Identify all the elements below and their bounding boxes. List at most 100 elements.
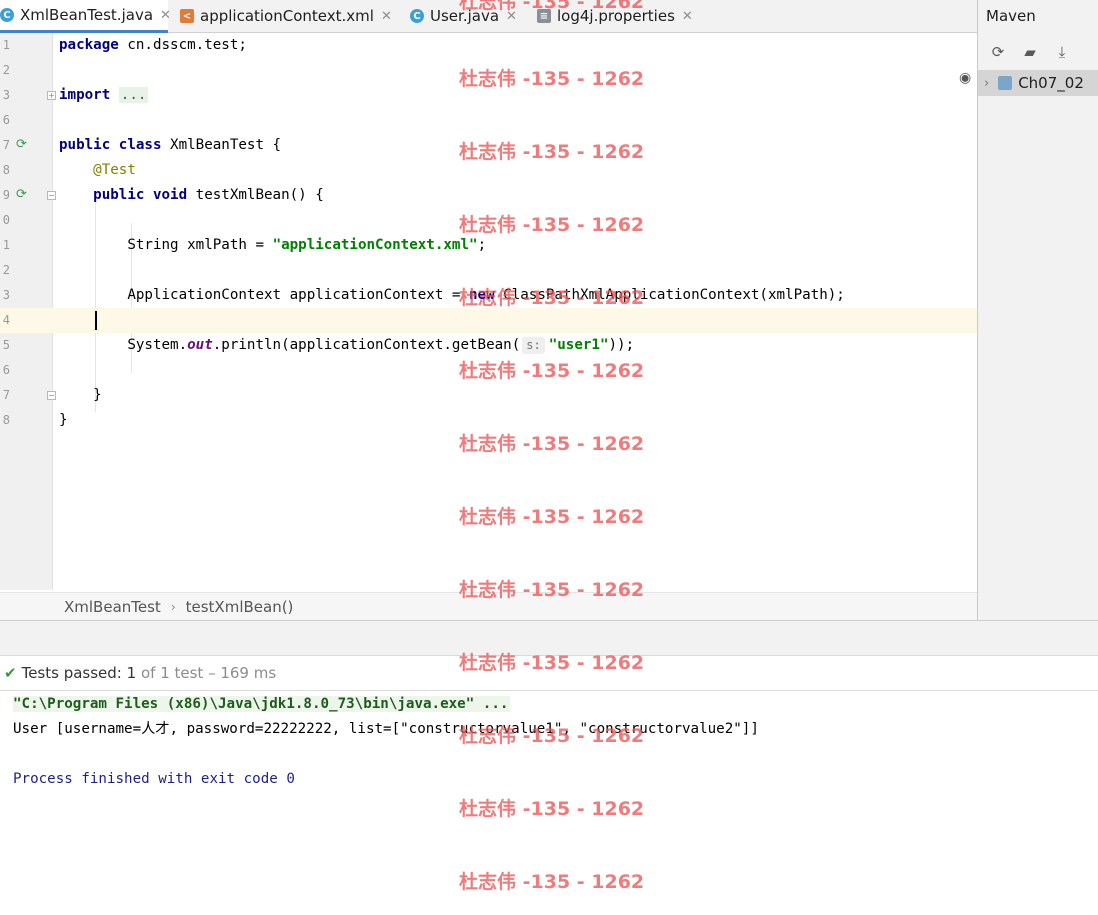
code-token: ; xyxy=(477,237,487,253)
code-token: } xyxy=(93,387,102,403)
code-token: ApplicationContext applicationContext = xyxy=(127,287,470,303)
console-line: Process finished with exit code 0 xyxy=(13,771,295,787)
tab-label: XmlBeanTest.java xyxy=(20,6,154,24)
breadcrumb-class[interactable]: XmlBeanTest xyxy=(64,598,161,616)
maven-panel: Maven ⟳ ▰ ⤓ › Ch07_02 xyxy=(977,0,1098,620)
breadcrumb: XmlBeanTest › testXmlBean() xyxy=(0,592,977,620)
code-line: 0 xyxy=(0,208,977,233)
maven-project-node[interactable]: › Ch07_02 xyxy=(978,70,1098,96)
tab-xmlbeantest[interactable]: C XmlBeanTest.java ✕ xyxy=(0,0,171,33)
code-line: 2 xyxy=(0,258,977,283)
keyword: void xyxy=(152,187,188,203)
class-icon: C xyxy=(0,8,14,22)
reload-icon[interactable]: ⟳ xyxy=(987,41,1009,63)
code-token: ClassPathXmlApplicationContext(xmlPath); xyxy=(494,287,845,303)
static-field: out xyxy=(187,337,213,353)
line-number: 7 xyxy=(2,388,10,402)
code-line: 6 xyxy=(0,358,977,383)
code-token: XmlBeanTest { xyxy=(161,137,282,153)
reader-mode-eye-icon[interactable]: ◉ xyxy=(959,70,971,86)
line-number: 8 xyxy=(2,163,10,177)
code-token: String xmlPath = xyxy=(127,237,273,253)
editor-tab-bar: C XmlBeanTest.java ✕ < applicationContex… xyxy=(0,0,977,33)
keyword: import xyxy=(59,87,111,103)
console-output[interactable]: "C:\Program Files (x86)\Java\jdk1.8.0_73… xyxy=(0,692,1098,915)
console-line: User [username=人才, password=22222222, li… xyxy=(13,721,759,737)
code-text: package cn.dsscm.test; xyxy=(59,33,247,58)
line-number: 0 xyxy=(2,213,10,227)
tests-passed-label: Tests passed: xyxy=(21,664,122,682)
tab-user-java[interactable]: C User.java ✕ xyxy=(410,0,517,32)
code-text: @Test xyxy=(59,158,136,183)
line-number: 6 xyxy=(2,113,10,127)
maven-toolbar: ⟳ ▰ ⤓ xyxy=(978,36,1098,68)
line-number: 4 xyxy=(2,313,10,327)
code-token: )); xyxy=(608,337,635,353)
code-line: 8 @Test xyxy=(0,158,977,183)
test-status-bar: ✔ Tests passed: 1 of 1 test – 169 ms xyxy=(0,656,1098,691)
code-line: 3 ApplicationContext applicationContext … xyxy=(0,283,977,308)
code-text: public void testXmlBean() { xyxy=(59,183,324,208)
generate-sources-icon[interactable]: ▰ xyxy=(1019,41,1041,63)
close-icon[interactable]: ✕ xyxy=(381,9,392,24)
fold-end-icon[interactable]: − xyxy=(47,391,56,400)
tab-application-context[interactable]: < applicationContext.xml ✕ xyxy=(180,0,392,32)
run-test-icon[interactable]: ⟳ xyxy=(16,138,27,152)
close-icon[interactable]: ✕ xyxy=(506,9,517,24)
chevron-right-icon[interactable]: › xyxy=(984,76,989,91)
code-text: } xyxy=(59,408,68,433)
code-line: 6 xyxy=(0,108,977,133)
close-icon[interactable]: ✕ xyxy=(160,8,171,23)
close-icon[interactable]: ✕ xyxy=(682,9,693,24)
maven-title: Maven xyxy=(986,7,1036,25)
keyword: public xyxy=(59,137,111,153)
code-line: 1 package cn.dsscm.test; xyxy=(0,33,977,58)
tab-label: log4j.properties xyxy=(557,7,675,25)
code-text: ApplicationContext applicationContext = … xyxy=(59,283,845,308)
parameter-hint: s: xyxy=(522,337,545,354)
run-test-icon[interactable]: ⟳ xyxy=(16,188,27,202)
console-line: "C:\Program Files (x86)\Java\jdk1.8.0_73… xyxy=(13,692,511,717)
code-line: 9 ⟳ − public void testXmlBean() { xyxy=(0,183,977,208)
code-line: 8 } xyxy=(0,408,977,433)
code-line: 1 String xmlPath = "applicationContext.x… xyxy=(0,233,977,258)
code-text: public class XmlBeanTest { xyxy=(59,133,281,158)
line-number: 1 xyxy=(2,238,10,252)
code-line: 7 − } xyxy=(0,383,977,408)
line-number: 2 xyxy=(2,63,10,77)
tab-label: User.java xyxy=(430,7,500,25)
code-text: System.out.println(applicationContext.ge… xyxy=(59,333,634,358)
line-number: 5 xyxy=(2,338,10,352)
xml-file-icon: < xyxy=(180,9,194,23)
code-text: import ... xyxy=(59,83,149,108)
chevron-right-icon: › xyxy=(170,599,176,614)
code-token: } xyxy=(59,412,68,428)
text-caret xyxy=(95,311,97,330)
line-number: 1 xyxy=(2,38,10,52)
tests-passed-count: 1 xyxy=(126,664,137,682)
tab-log4j-properties[interactable]: ≡ log4j.properties ✕ xyxy=(537,0,693,32)
line-number: 2 xyxy=(2,263,10,277)
download-icon[interactable]: ⤓ xyxy=(1051,41,1073,63)
line-number: 3 xyxy=(2,88,10,102)
breadcrumb-method[interactable]: testXmlBean() xyxy=(186,598,294,616)
line-number: 6 xyxy=(2,363,10,377)
code-text: } xyxy=(59,383,102,408)
code-editor[interactable]: 1 package cn.dsscm.test; 2 3 + import ..… xyxy=(0,33,977,590)
class-icon: C xyxy=(410,9,424,23)
line-number: 3 xyxy=(2,288,10,302)
code-token: testXmlBean() { xyxy=(187,187,324,203)
tab-label: applicationContext.xml xyxy=(200,7,374,25)
maven-project-label: Ch07_02 xyxy=(1018,74,1084,92)
code-line: 2 xyxy=(0,58,977,83)
keyword: new xyxy=(469,287,495,303)
code-line: 7 ⟳ public class XmlBeanTest { xyxy=(0,133,977,158)
code-token: .println(applicationContext.getBean( xyxy=(212,337,521,353)
console-command[interactable]: "C:\Program Files (x86)\Java\jdk1.8.0_73… xyxy=(13,696,511,712)
line-number: 7 xyxy=(2,138,10,152)
properties-file-icon: ≡ xyxy=(537,9,551,23)
folded-imports[interactable]: ... xyxy=(118,87,149,103)
fold-collapse-icon[interactable]: − xyxy=(47,191,56,200)
code-line: 3 + import ... xyxy=(0,83,977,108)
fold-expand-icon[interactable]: + xyxy=(47,91,56,100)
